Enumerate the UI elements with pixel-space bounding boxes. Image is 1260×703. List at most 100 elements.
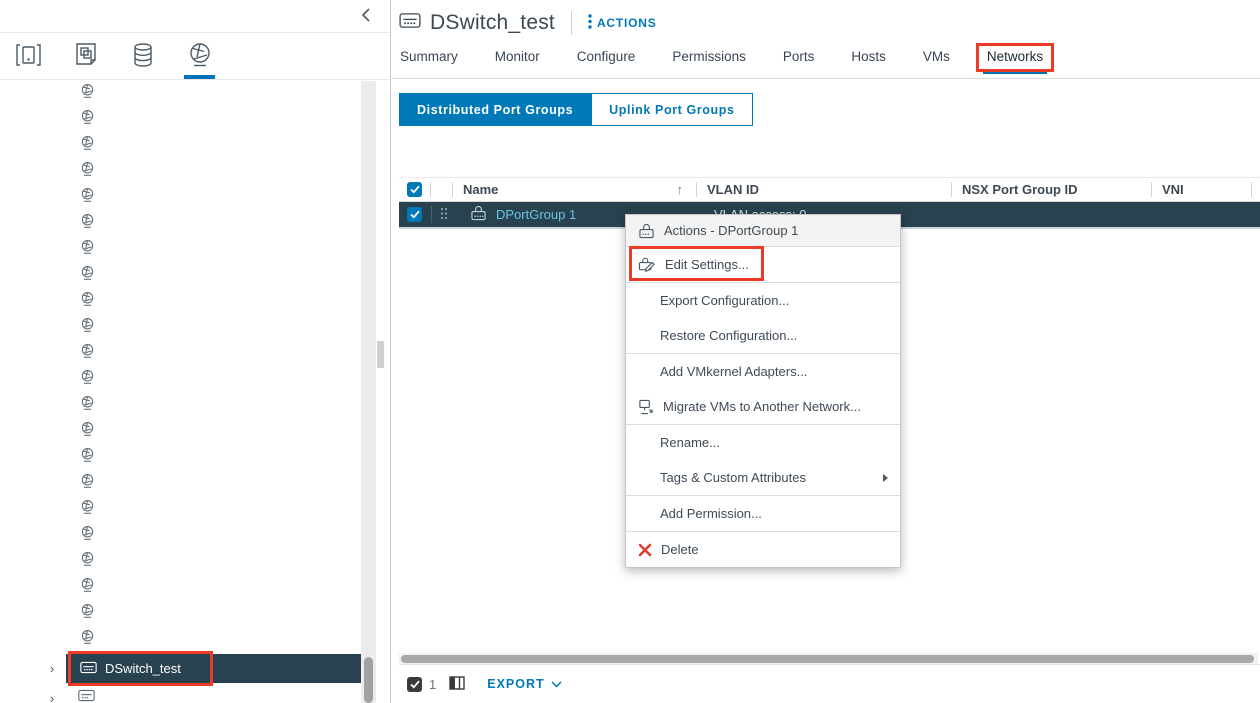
storage-icon (130, 42, 156, 71)
network-globe-icon (80, 135, 95, 157)
tree-item-dswitch-test[interactable]: DSwitch_test (66, 654, 366, 683)
columns-icon (449, 676, 465, 693)
select-all-checkbox[interactable] (407, 182, 422, 197)
export-button[interactable]: EXPORT (487, 677, 561, 691)
tree-item-network[interactable] (0, 601, 360, 627)
tree-item-network[interactable] (0, 107, 360, 133)
tree-row-dswitch: › DSwitch_test (0, 654, 391, 683)
column-selector-button[interactable] (449, 676, 465, 693)
menu-item-add-vmkernel-adapters[interactable]: Add VMkernel Adapters... (626, 354, 900, 389)
port-group-toggle: Distributed Port Groups Uplink Port Grou… (399, 93, 1260, 126)
row-checkbox[interactable] (407, 207, 422, 222)
expander-chevron-icon[interactable]: › (50, 691, 64, 703)
tree-item-network[interactable] (0, 627, 360, 653)
tab-monitor[interactable]: Monitor (493, 46, 542, 74)
tree-item-network[interactable] (0, 289, 360, 315)
tree-item-network[interactable] (0, 471, 360, 497)
tree-item-network[interactable] (0, 393, 360, 419)
object-header: DSwitch_test ACTIONS (392, 0, 1260, 46)
chevron-down-icon (551, 677, 562, 691)
navigation-sidebar: › DSwitch_test (0, 0, 391, 703)
network-globe-icon (80, 473, 95, 495)
tree-item-network[interactable] (0, 575, 360, 601)
menu-item-add-permission[interactable]: Add Permission... (626, 496, 900, 531)
menu-item-label: Delete (661, 542, 699, 557)
actions-menu-button[interactable]: ACTIONS (588, 14, 657, 32)
menu-item-migrate-vms[interactable]: Migrate VMs to Another Network... (626, 389, 900, 424)
column-header-name[interactable]: Name ↑ (453, 178, 697, 201)
network-globe-icon (80, 499, 95, 521)
column-header-nsx-port-group-id[interactable]: NSX Port Group ID (952, 178, 1152, 201)
menu-item-restore-configuration[interactable]: Restore Configuration... (626, 318, 900, 353)
chevron-left-icon (360, 11, 372, 26)
tree-item-network[interactable] (0, 523, 360, 549)
tab-permissions[interactable]: Permissions (670, 46, 748, 74)
tab-networking[interactable] (171, 33, 228, 80)
tree-item-network[interactable] (0, 341, 360, 367)
actions-label: ACTIONS (597, 16, 657, 30)
menu-item-delete[interactable]: Delete (626, 532, 900, 567)
inventory-tree (0, 81, 360, 703)
tree-item-network[interactable] (0, 237, 360, 263)
tab-hosts-and-clusters[interactable] (0, 33, 57, 80)
header-handle-cell (431, 178, 453, 201)
vsphere-client-window: › DSwitch_test (0, 0, 1260, 703)
network-globe-icon (80, 577, 95, 599)
tree-item-network[interactable] (0, 263, 360, 289)
tree-item-network[interactable] (0, 445, 360, 471)
menu-item-edit-settings[interactable]: Edit Settings... (626, 247, 900, 282)
dswitch-icon (78, 689, 95, 703)
horizontal-scrollbar[interactable] (399, 653, 1258, 664)
tree-row-next-switch[interactable]: › (0, 688, 391, 703)
migrate-vms-icon (638, 399, 654, 415)
table-header-row: Name ↑ VLAN ID NSX Port Group ID VNI (399, 177, 1260, 202)
tab-vms-and-templates[interactable] (57, 33, 114, 80)
tree-item-network[interactable] (0, 81, 360, 107)
tree-item-network[interactable] (0, 315, 360, 341)
tab-networks[interactable]: Networks (985, 46, 1045, 74)
network-globe-icon (80, 421, 95, 443)
sidebar-collapse-button[interactable] (356, 6, 376, 26)
row-select-cell (399, 202, 431, 227)
tab-vms[interactable]: VMs (921, 46, 952, 74)
tab-configure[interactable]: Configure (575, 46, 638, 74)
sidebar-scrollbar-thumb[interactable] (364, 657, 373, 703)
uplink-port-groups-button[interactable]: Uplink Port Groups (591, 93, 752, 126)
port-group-icon (470, 205, 487, 224)
port-group-name-link[interactable]: DPortGroup 1 (496, 207, 576, 222)
network-globe-icon (80, 525, 95, 547)
tree-item-network[interactable] (0, 367, 360, 393)
network-globe-icon (80, 369, 95, 391)
panel-scrollbar-thumb[interactable] (377, 341, 384, 368)
tree-item-network[interactable] (0, 497, 360, 523)
footer-selection-checkbox[interactable] (407, 677, 422, 692)
network-globe-icon (80, 317, 95, 339)
tab-hosts[interactable]: Hosts (849, 46, 888, 74)
tree-item-network[interactable] (0, 549, 360, 575)
tree-item-network[interactable] (0, 185, 360, 211)
tab-ports[interactable]: Ports (781, 46, 817, 74)
tree-item-network[interactable] (0, 159, 360, 185)
tree-item-network[interactable] (0, 419, 360, 445)
distributed-port-groups-button[interactable]: Distributed Port Groups (399, 93, 591, 126)
tab-storage[interactable] (114, 33, 171, 80)
tab-summary[interactable]: Summary (398, 46, 460, 74)
tree-item-network[interactable] (0, 133, 360, 159)
sidebar-scrollbar[interactable] (361, 81, 376, 703)
expander-chevron-icon[interactable]: › (50, 661, 64, 676)
menu-item-tags-custom-attributes[interactable]: Tags & Custom Attributes (626, 460, 900, 495)
column-label: VNI (1162, 182, 1184, 197)
page-title: DSwitch_test (430, 11, 555, 35)
header-select-all-cell (399, 178, 431, 201)
menu-item-export-configuration[interactable]: Export Configuration... (626, 283, 900, 318)
column-header-vni[interactable]: VNI (1152, 178, 1252, 201)
tree-item-network[interactable] (0, 211, 360, 237)
horizontal-scrollbar-thumb[interactable] (401, 655, 1254, 663)
network-globe-icon (80, 83, 95, 105)
sort-ascending-icon[interactable]: ↑ (677, 182, 684, 197)
menu-item-rename[interactable]: Rename... (626, 425, 900, 460)
menu-item-label: Migrate VMs to Another Network... (663, 399, 861, 414)
edit-settings-icon (638, 256, 656, 273)
column-header-vlan-id[interactable]: VLAN ID (697, 178, 952, 201)
drag-handle-icon[interactable] (440, 207, 453, 223)
